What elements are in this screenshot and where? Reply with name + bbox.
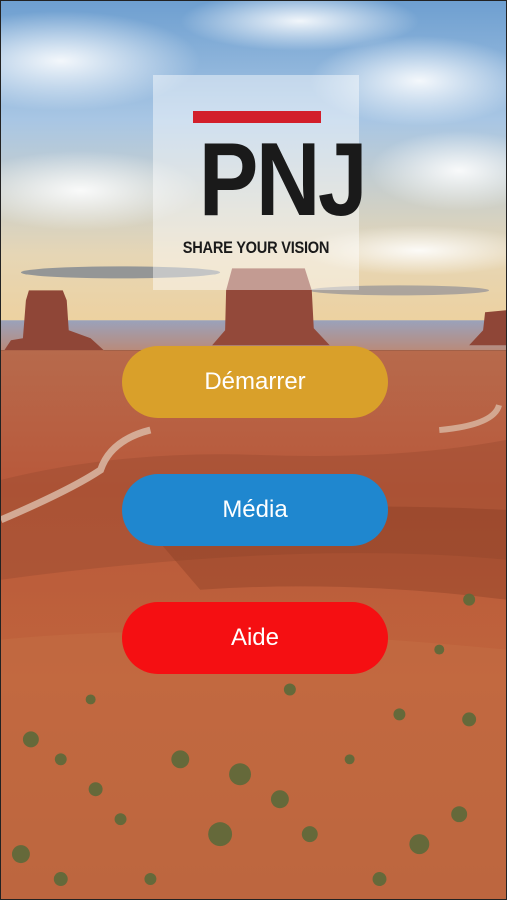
media-button[interactable]: Média	[122, 474, 388, 546]
start-button[interactable]: Démarrer	[122, 346, 388, 418]
help-button[interactable]: Aide	[122, 602, 388, 674]
app-screen: PNJ SHARE YOUR VISION Démarrer Média Aid…	[0, 0, 507, 900]
logo-panel: PNJ SHARE YOUR VISION	[153, 75, 368, 290]
logo-tagline: SHARE YOUR VISION	[182, 238, 330, 257]
logo-mark: PNJ	[198, 122, 368, 238]
